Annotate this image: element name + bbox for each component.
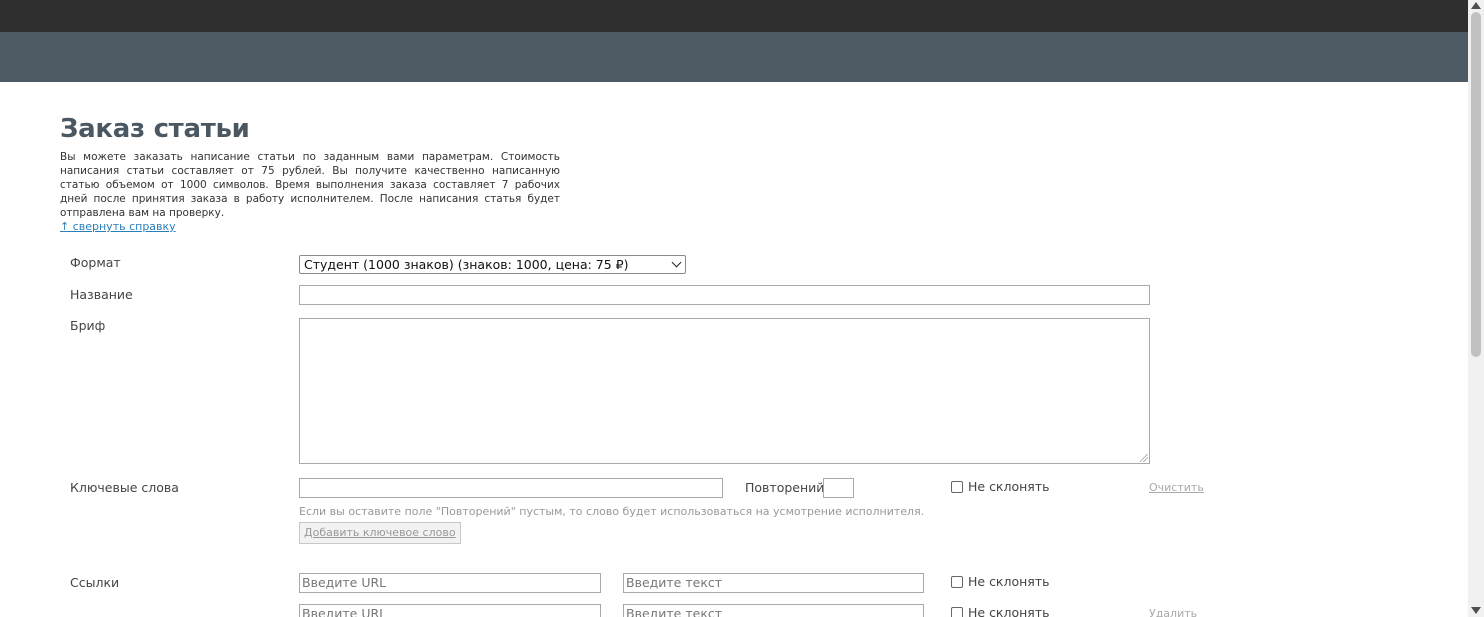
keyword-input[interactable] (299, 478, 723, 498)
brief-label: Бриф (70, 318, 106, 333)
format-selected-value: Студент (1000 знаков) (знаков: 1000, цен… (304, 257, 629, 272)
checkbox-icon[interactable] (951, 575, 963, 588)
link-url-placeholder: Введите URL (302, 606, 387, 617)
link-no-decline-checkbox[interactable]: Не склонять (951, 605, 1049, 617)
link-no-decline-checkbox[interactable]: Не склонять (951, 574, 1049, 589)
add-keyword-button[interactable]: Добавить ключевое слово (299, 522, 461, 544)
intro-text: Вы можете заказать написание статьи по з… (60, 151, 560, 219)
link-url-placeholder: Введите URL (302, 575, 387, 590)
page-title: Заказ статьи (60, 114, 250, 144)
repeat-label: Повторений (745, 480, 825, 495)
link-no-decline-label: Не склонять (968, 574, 1050, 589)
keyword-no-decline-label: Не склонять (968, 479, 1050, 494)
remove-link-button[interactable]: Удалить (1149, 607, 1197, 617)
link-text-input[interactable]: Введите текст (623, 604, 924, 617)
link-text-placeholder: Введите текст (626, 575, 723, 590)
link-text-placeholder: Введите текст (626, 606, 723, 617)
link-url-input[interactable]: Введите URL (299, 573, 601, 593)
link-text-input[interactable]: Введите текст (623, 573, 924, 593)
keyword-no-decline-checkbox[interactable]: Не склонять (951, 479, 1049, 494)
clear-keyword-link[interactable]: Очистить (1149, 481, 1204, 494)
scroll-up-icon[interactable] (1471, 2, 1481, 9)
top-bar (0, 0, 1468, 32)
resize-handle-icon[interactable] (1140, 454, 1148, 462)
brief-textarea[interactable] (299, 318, 1150, 464)
name-input[interactable] (299, 285, 1150, 305)
checkbox-icon[interactable] (951, 606, 963, 617)
scroll-thumb[interactable] (1471, 12, 1481, 357)
header-nav (0, 32, 1468, 82)
checkbox-icon[interactable] (951, 480, 963, 493)
links-label: Ссылки (70, 575, 120, 590)
keywords-hint: Если вы оставите поле "Повторений" пусты… (299, 505, 925, 518)
scrollbar[interactable] (1468, 0, 1484, 617)
repeat-input[interactable] (823, 478, 854, 498)
scroll-down-icon[interactable] (1471, 607, 1481, 614)
link-no-decline-label: Не склонять (968, 605, 1050, 617)
collapse-help-link[interactable]: ↑ свернуть справку (60, 220, 176, 233)
name-label: Название (70, 287, 133, 302)
keywords-label: Ключевые слова (70, 480, 179, 495)
format-label: Формат (70, 255, 121, 270)
chevron-down-icon (671, 257, 682, 268)
link-url-input[interactable]: Введите URL (299, 604, 601, 617)
format-select[interactable]: Студент (1000 знаков) (знаков: 1000, цен… (299, 255, 686, 274)
